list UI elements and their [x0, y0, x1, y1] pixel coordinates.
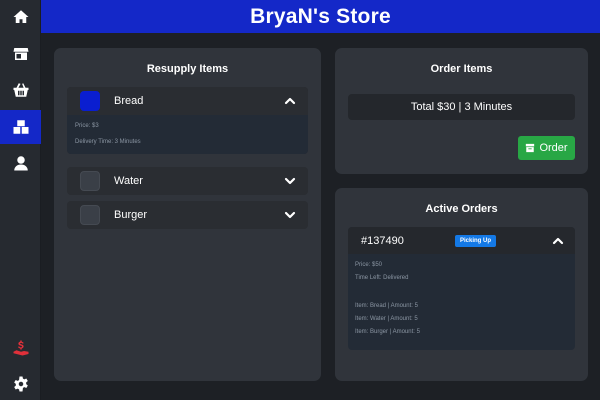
- bread-thumbnail: [80, 91, 100, 111]
- chevron-up-icon[interactable]: [284, 95, 296, 107]
- box-icon: [526, 143, 535, 153]
- resupply-item-price: Price: $3: [75, 123, 99, 129]
- page-title: BryaN's Store: [250, 4, 391, 28]
- resupply-panel: Resupply Items Bread Price: $3 Delivery …: [54, 48, 321, 381]
- active-orders-title: Active Orders: [425, 203, 498, 215]
- sidebar-item-home[interactable]: [0, 0, 41, 34]
- chevron-down-icon[interactable]: [284, 209, 296, 221]
- order-card-details: Price: $50 Time Left: Delivered Item: Br…: [348, 254, 575, 337]
- resupply-item-water-header[interactable]: Water: [67, 167, 308, 195]
- sidebar-item-money[interactable]: [0, 331, 41, 365]
- resupply-item-burger: Burger: [67, 201, 308, 229]
- resupply-item-bread-details: Price: $3 Delivery Time: 3 Minutes: [67, 115, 308, 154]
- active-orders-panel: Active Orders #137490 Picking Up Price: …: [335, 188, 588, 381]
- order-total: Total $30 | 3 Minutes: [348, 94, 575, 120]
- basket-icon: [13, 83, 28, 97]
- resupply-item-name: Burger: [114, 209, 148, 221]
- resupply-item-bread: Bread Price: $3 Delivery Time: 3 Minutes: [67, 87, 308, 154]
- chevron-up-icon[interactable]: [552, 235, 564, 247]
- order-line-item: Item: Water | Amount: 5: [355, 316, 418, 322]
- hand-money-icon: [13, 340, 28, 356]
- chevron-down-icon[interactable]: [284, 175, 296, 187]
- store-header: BryaN's Store: [41, 0, 600, 33]
- resupply-item-delivery: Delivery Time: 3 Minutes: [75, 139, 141, 145]
- sidebar-item-basket[interactable]: [0, 73, 41, 107]
- user-icon: [13, 156, 28, 171]
- water-thumbnail: [80, 171, 100, 191]
- sidebar-item-store[interactable]: [0, 37, 41, 71]
- boxes-icon: [13, 120, 28, 134]
- burger-thumbnail: [80, 205, 100, 225]
- resupply-item-water: Water: [67, 167, 308, 195]
- status-badge: Picking Up: [455, 234, 497, 247]
- order-button-label: Order: [539, 142, 568, 154]
- order-items-title: Order Items: [430, 63, 493, 75]
- app-root: BryaN's Store Resupply Items Bread Price…: [0, 0, 600, 400]
- order-line-item: Item: Burger | Amount: 5: [355, 329, 420, 335]
- store-icon: [13, 48, 28, 60]
- order-id: #137490: [361, 234, 404, 247]
- resupply-title: Resupply Items: [146, 63, 229, 75]
- order-line-item: Item: Bread | Amount: 5: [355, 303, 418, 309]
- home-icon: [13, 10, 28, 23]
- order-time-left: Time Left: Delivered: [355, 275, 409, 281]
- order-items-panel: Order Items Total $30 | 3 Minutes Order: [335, 48, 588, 174]
- resupply-item-name: Water: [114, 175, 143, 187]
- order-card: #137490 Picking Up Price: $50 Time Left:…: [348, 227, 575, 350]
- sidebar-item-user[interactable]: [0, 146, 41, 180]
- resupply-item-name: Bread: [114, 95, 144, 107]
- sidebar: [0, 0, 41, 400]
- resupply-item-bread-header[interactable]: Bread: [67, 87, 308, 115]
- order-card-header[interactable]: #137490 Picking Up: [348, 227, 575, 254]
- gear-icon: [13, 376, 28, 392]
- sidebar-item-settings[interactable]: [0, 367, 41, 400]
- resupply-item-burger-header[interactable]: Burger: [67, 201, 308, 229]
- sidebar-item-boxes[interactable]: [0, 110, 41, 144]
- order-price: Price: $50: [355, 262, 383, 268]
- order-button[interactable]: Order: [518, 136, 575, 160]
